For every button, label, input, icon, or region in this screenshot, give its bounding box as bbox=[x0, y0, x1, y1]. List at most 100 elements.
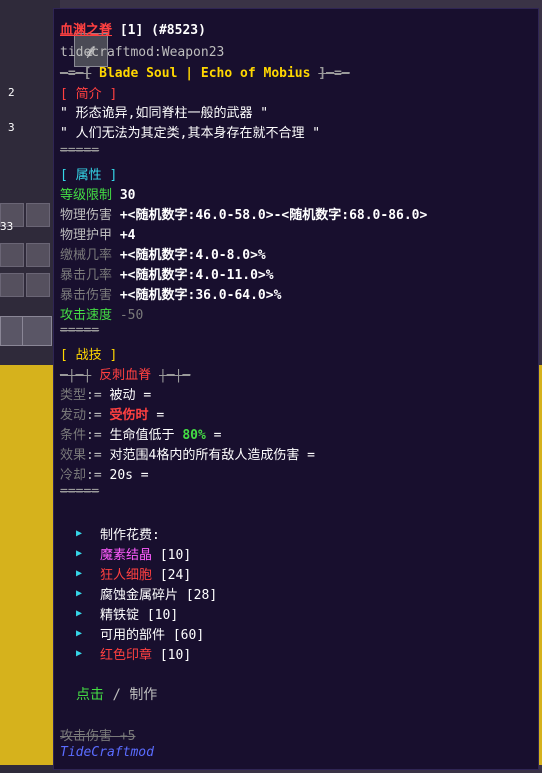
subtitle: Blade Soul | Echo of Mobius bbox=[99, 66, 311, 81]
skill-sep: := bbox=[86, 468, 102, 483]
lore-line-1: " 形态诡异,如同脊柱一般的武器 " bbox=[60, 106, 269, 121]
lore-line-2: " 人们无法为其定类,其本身存在就不合理 " bbox=[60, 126, 321, 141]
mod-name: TideCraftmod bbox=[60, 745, 154, 760]
attr-value: +4 bbox=[119, 228, 136, 243]
attr-value: +<随机数字:36.0-64.0>% bbox=[119, 288, 282, 303]
inventory-slot[interactable] bbox=[26, 243, 50, 267]
skill-header: [ 战技 ] bbox=[60, 348, 118, 363]
attr-header: [ 属性 ] bbox=[60, 168, 118, 183]
bullet-icon: ▶ bbox=[76, 628, 83, 639]
skill-row-trigger: 发动:= 受伤时 = bbox=[60, 404, 164, 423]
attr-label: 缴械几率 bbox=[60, 248, 113, 263]
skill-value: 20s = bbox=[109, 468, 149, 483]
skill-value-highlight: 受伤时 bbox=[109, 408, 149, 423]
internal-name: tidecraftmod:Weapon23 bbox=[60, 45, 225, 60]
skill-suffix: |─|─ bbox=[158, 368, 191, 383]
bullet-icon: ▶ bbox=[76, 548, 83, 559]
skill-sep: := bbox=[86, 448, 102, 463]
material-count: [10] bbox=[159, 648, 192, 663]
bullet-icon: ▶ bbox=[76, 608, 83, 619]
material-count: [10] bbox=[159, 548, 192, 563]
bg-count-2: 3 bbox=[8, 121, 15, 134]
divider: ===== bbox=[60, 143, 100, 158]
craft-action[interactable]: 点击 / 制作 bbox=[76, 684, 157, 704]
stack-count: 33 bbox=[0, 220, 14, 233]
overlap-text: 攻击伤害 +5 bbox=[60, 729, 136, 744]
material-name: 狂人细胞 bbox=[100, 568, 153, 583]
item-name: 血渊之脊 bbox=[60, 23, 113, 38]
bg-count-1: 2 bbox=[8, 86, 15, 99]
attr-row-phys-dmg: 物理伤害 +<随机数字:46.0-58.0>-<随机数字:68.0-86.0> bbox=[60, 204, 427, 223]
attr-label: 暴击几率 bbox=[60, 268, 113, 283]
bullet-icon: ▶ bbox=[76, 588, 83, 599]
intro-header: [ 简介 ] bbox=[60, 87, 118, 102]
material-row: 精铁锭 [10] bbox=[100, 604, 178, 623]
material-count: [10] bbox=[146, 608, 179, 623]
material-row: 可用的部件 [60] bbox=[100, 624, 204, 643]
inventory-slot[interactable] bbox=[0, 243, 24, 267]
click-label[interactable]: 点击 bbox=[76, 687, 104, 703]
attr-value: +<随机数字:46.0-58.0>-<随机数字:68.0-86.0> bbox=[119, 208, 428, 223]
skill-title-row: ─|─| 反刺血脊 |─|─ bbox=[60, 364, 190, 383]
subtitle-prefix: ─=─[ bbox=[60, 66, 92, 81]
skill-name: 反刺血脊 bbox=[99, 368, 152, 383]
attr-row-disarm: 缴械几率 +<随机数字:4.0-8.0>% bbox=[60, 244, 266, 263]
attr-row-crit-chance: 暴击几率 +<随机数字:4.0-11.0>% bbox=[60, 264, 274, 283]
attr-value: 30 bbox=[119, 188, 136, 203]
attr-label: 物理伤害 bbox=[60, 208, 113, 223]
skill-value: 对范围4格内的所有敌人造成伤害 = bbox=[109, 448, 315, 463]
attr-row-level: 等级限制 30 bbox=[60, 184, 136, 203]
skill-sep: := bbox=[86, 388, 102, 403]
item-title-row: 血渊之脊 [1] (#8523) bbox=[60, 19, 206, 38]
material-name: 魔素结晶 bbox=[100, 548, 153, 563]
item-count: [1] bbox=[119, 23, 144, 38]
skill-value: 生命值低于 bbox=[109, 428, 175, 443]
item-id: (#8523) bbox=[151, 23, 206, 38]
divider: ===== bbox=[60, 323, 100, 338]
item-tooltip: ⸙ 血渊之脊 [1] (#8523) tidecraftmod:Weapon23… bbox=[53, 8, 539, 770]
material-row: 红色印章 [10] bbox=[100, 644, 191, 663]
skill-row-cooldown: 冷却:= 20s = bbox=[60, 464, 149, 483]
skill-row-condition: 条件:= 生命值低于 80% = bbox=[60, 424, 221, 443]
inventory-slot[interactable] bbox=[26, 203, 50, 227]
inventory-slot[interactable] bbox=[26, 273, 50, 297]
skill-key: 发动 bbox=[60, 408, 87, 423]
bullet-icon: ▶ bbox=[76, 648, 83, 659]
skill-value-highlight: 80% bbox=[182, 428, 206, 443]
skill-key: 条件 bbox=[60, 428, 87, 443]
divider: ===== bbox=[60, 484, 100, 499]
material-count: [28] bbox=[185, 588, 218, 603]
attr-label: 物理护甲 bbox=[60, 228, 113, 243]
slash: / bbox=[112, 687, 121, 703]
attr-row-crit-dmg: 暴击伤害 +<随机数字:36.0-64.0>% bbox=[60, 284, 281, 303]
material-count: [24] bbox=[159, 568, 192, 583]
material-row: 魔素结晶 [10] bbox=[100, 544, 191, 563]
skill-sep: := bbox=[86, 428, 102, 443]
skill-sep: := bbox=[86, 408, 102, 423]
bullet-icon: ▶ bbox=[76, 528, 83, 539]
material-name: 可用的部件 bbox=[100, 628, 166, 643]
material-name: 腐蚀金属碎片 bbox=[100, 588, 179, 603]
skill-row-effect: 效果:= 对范围4格内的所有敌人造成伤害 = bbox=[60, 444, 315, 463]
attr-row-armor: 物理护甲 +4 bbox=[60, 224, 136, 243]
attr-row-atk-speed: 攻击速度 -50 bbox=[60, 304, 143, 323]
skill-value-tail: = bbox=[213, 428, 222, 443]
inventory-slot[interactable] bbox=[0, 273, 24, 297]
material-name: 红色印章 bbox=[100, 648, 153, 663]
material-count: [60] bbox=[172, 628, 205, 643]
attr-value: -50 bbox=[119, 308, 144, 323]
craft-label[interactable]: 制作 bbox=[129, 687, 157, 703]
material-row: 狂人细胞 [24] bbox=[100, 564, 191, 583]
attr-label: 暴击伤害 bbox=[60, 288, 113, 303]
attr-value: +<随机数字:4.0-11.0>% bbox=[119, 268, 274, 283]
skill-key: 类型 bbox=[60, 388, 87, 403]
craft-header: 制作花费: bbox=[100, 528, 160, 543]
attr-value: +<随机数字:4.0-8.0>% bbox=[119, 248, 266, 263]
attr-label: 等级限制 bbox=[60, 188, 113, 203]
skill-key: 效果 bbox=[60, 448, 87, 463]
material-row: 腐蚀金属碎片 [28] bbox=[100, 584, 217, 603]
top-hat-icon[interactable] bbox=[22, 316, 52, 346]
subtitle-row: ─=─[ Blade Soul | Echo of Mobius ]─=─ bbox=[60, 66, 350, 81]
bullet-icon: ▶ bbox=[76, 568, 83, 579]
skill-value: = bbox=[156, 408, 165, 423]
